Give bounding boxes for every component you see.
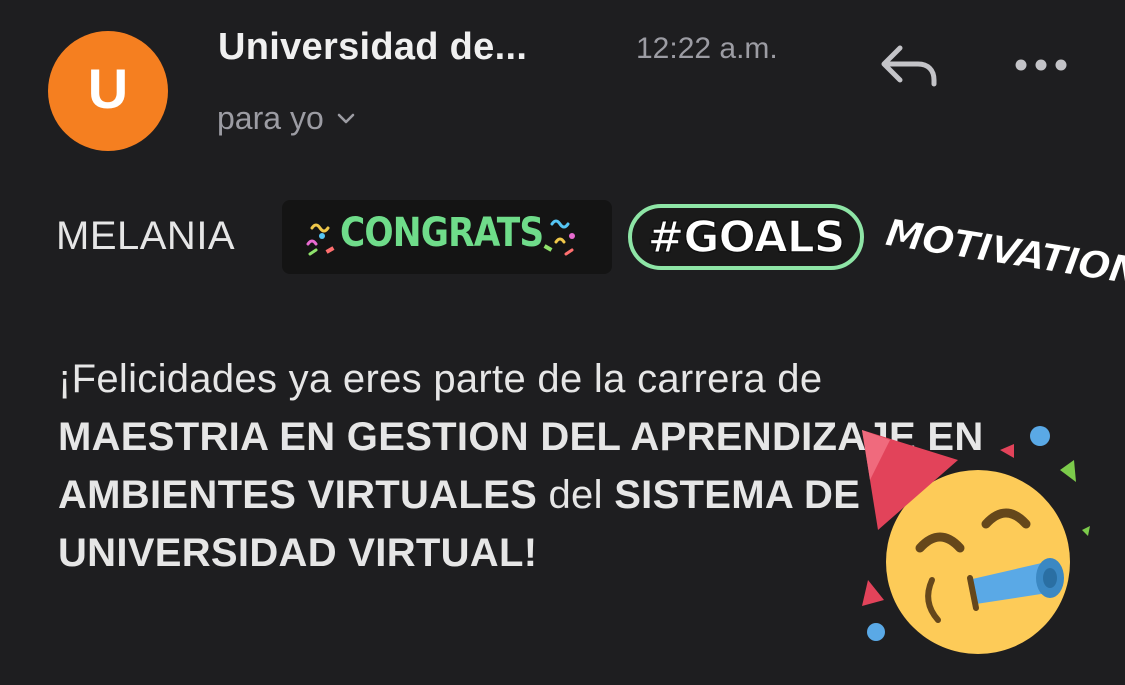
- motivation-text: MOTIVATION: [882, 210, 1125, 295]
- avatar-letter: U: [87, 57, 129, 120]
- congrats-text: CONGRATS: [340, 210, 544, 256]
- reply-button[interactable]: [876, 40, 942, 90]
- chevron-down-icon: [337, 113, 355, 123]
- partying-face-icon: [862, 426, 1090, 654]
- message-connector: del: [548, 473, 603, 517]
- sender-name[interactable]: Universidad de...: [218, 26, 527, 69]
- congrats-sticker: CONGRATS: [282, 200, 612, 274]
- more-horizontal-icon: [1015, 59, 1067, 71]
- email-screen: U Universidad de... 12:22 a.m. para yo M…: [0, 0, 1125, 685]
- reply-icon: [881, 45, 937, 87]
- goals-text: #GOALS: [647, 211, 846, 264]
- greeting-row: MELANIA CONGRATS #GOALS MOTIVATION: [56, 200, 1125, 294]
- more-options-button[interactable]: [1008, 48, 1074, 82]
- motivation-sticker: MOTIVATION: [882, 210, 1125, 295]
- recipient-toggle[interactable]: para yo: [217, 100, 356, 137]
- goals-sticker: #GOALS: [628, 204, 864, 270]
- avatar[interactable]: U: [48, 31, 168, 151]
- message-intro: ¡Felicidades ya eres parte de la carrera…: [58, 357, 823, 401]
- greeting-name: MELANIA: [56, 214, 236, 258]
- recipient-label: para yo: [217, 100, 324, 136]
- timestamp: 12:22 a.m.: [636, 32, 778, 65]
